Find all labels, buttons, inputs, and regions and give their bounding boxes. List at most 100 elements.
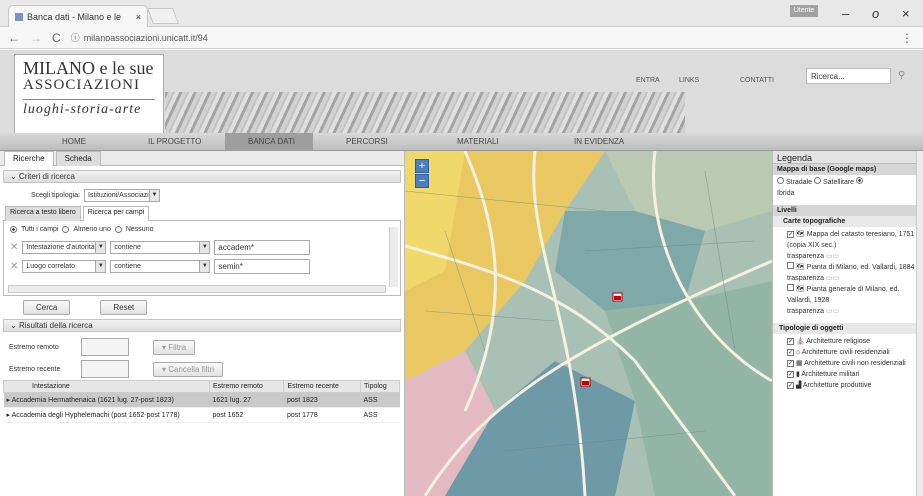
remove-row-icon[interactable]: ✕ xyxy=(10,242,18,253)
link-entra[interactable]: ENTRA xyxy=(636,77,660,84)
zoom-out-button[interactable]: − xyxy=(415,174,429,188)
reload-icon[interactable]: C xyxy=(52,31,61,45)
base-map-title: Mappa di base (Google maps) xyxy=(773,164,923,175)
col-intestazione[interactable]: Intestazione xyxy=(3,380,210,393)
radio-ibrida[interactable] xyxy=(856,177,864,184)
new-tab-button[interactable] xyxy=(147,8,179,24)
operator-select-value: contiene xyxy=(114,263,141,270)
church-icon: ⛪ xyxy=(795,338,805,345)
estremo-remoto-input[interactable] xyxy=(81,338,129,356)
nav-banca-dati[interactable]: BANCA DATI xyxy=(248,137,295,146)
table-row[interactable]: ▸ Accademia Hermathenaica (1621 lug. 27-… xyxy=(3,392,400,408)
transparency-control-icon[interactable]: ▭▭ xyxy=(826,308,839,315)
col-recente[interactable]: Estremo recente xyxy=(283,380,362,393)
value-input[interactable]: accadem* xyxy=(214,240,311,255)
building-icon: ▦ xyxy=(795,360,803,367)
transparency-label: trasparenza xyxy=(787,275,824,282)
address-bar: ← → C ⓘ milanoassociazioni.unicatt.it/94 … xyxy=(0,27,923,49)
close-window-icon[interactable]: × xyxy=(902,6,910,21)
forward-icon[interactable]: → xyxy=(30,31,42,45)
tipologia-label: Architetture civili non residenziali xyxy=(804,360,906,367)
nav-progetto[interactable]: IL PROGETTO xyxy=(148,137,201,146)
tab-scheda[interactable]: Scheda xyxy=(55,151,101,166)
back-icon[interactable]: ← xyxy=(8,31,20,45)
legend-scrollbar[interactable] xyxy=(916,151,923,496)
tipologia-label: Architetture civili residenziali xyxy=(801,349,890,356)
nav-home[interactable]: HOME xyxy=(62,137,86,146)
link-contatti[interactable]: CONTATTI xyxy=(740,77,774,84)
cerca-button[interactable]: Cerca xyxy=(23,300,71,315)
profile-badge[interactable]: Utente xyxy=(790,5,818,17)
nav-percorsi[interactable]: PERCORSI xyxy=(346,137,388,146)
map-view[interactable]: + − xyxy=(405,151,772,496)
logo-line3: luoghi-storia-arte xyxy=(23,99,155,118)
cancella-filtri-button[interactable]: ▾ Cancella filtri xyxy=(153,361,224,377)
tab-testo-libero[interactable]: Ricerca a testo libero xyxy=(5,206,81,221)
logo-line1: MILANO e le sue xyxy=(23,58,154,78)
maximize-icon[interactable]: o xyxy=(872,6,879,21)
remove-row-icon[interactable]: ✕ xyxy=(10,261,18,272)
estremo-remoto-label: Estremo remoto xyxy=(9,343,59,351)
transparency-control-icon[interactable]: ▭▭ xyxy=(826,253,839,260)
results-header[interactable]: ⌄ Risultati della ricerca xyxy=(3,319,401,332)
zoom-in-button[interactable]: + xyxy=(415,159,429,173)
col-remoto[interactable]: Estremo remoto xyxy=(208,380,285,393)
radio-satellitare[interactable] xyxy=(813,177,821,184)
cell-tipologia: ASS xyxy=(360,392,400,408)
site-search-input[interactable]: Ricerca... xyxy=(806,68,891,84)
minimize-icon[interactable]: – xyxy=(842,6,849,21)
tipologia-checkbox[interactable]: ✓ xyxy=(787,349,794,356)
site-logo[interactable]: MILANO e le sue ASSOCIAZIONI luoghi-stor… xyxy=(14,54,164,138)
layer-checkbox[interactable] xyxy=(787,284,794,291)
browser-menu-icon[interactable]: ⋮ xyxy=(901,31,913,45)
tab-per-campi[interactable]: Ricerca per campi xyxy=(82,206,150,221)
tipologia-label: Architetture militari xyxy=(801,371,860,378)
results-table: Intestazione Estremo remoto Estremo rece… xyxy=(3,380,400,423)
radio-almeno[interactable] xyxy=(62,226,70,233)
tipologia-checkbox[interactable]: ✓ xyxy=(787,382,794,389)
field-select[interactable]: Intestazione d'autorità ▼ xyxy=(22,241,107,254)
layer-checkbox[interactable] xyxy=(787,262,794,269)
col-tipologia[interactable]: Tipolog xyxy=(360,380,400,393)
filtra-button[interactable]: ▾ Filtra xyxy=(153,339,196,355)
horizontal-scrollbar[interactable] xyxy=(8,285,386,293)
tipologia-checkbox[interactable]: ✓ xyxy=(787,371,794,378)
search-panel: Ricerche Scheda ⌄ Criteri di ricerca Sce… xyxy=(0,151,405,496)
tab-ricerche[interactable]: Ricerche xyxy=(4,151,54,166)
label-nessuno: Nessuno xyxy=(125,226,154,233)
radio-stradale[interactable] xyxy=(777,177,784,184)
operator-select[interactable]: contiene ▼ xyxy=(110,241,211,254)
tipologia-select[interactable]: Istituzioni/Associazioni ▼ xyxy=(84,189,161,202)
expand-row-icon[interactable]: ▸ xyxy=(7,412,11,419)
url-field[interactable]: ⓘ milanoassociazioni.unicatt.it/94 xyxy=(71,31,208,44)
legend-panel: Legenda Mappa di base (Google maps) Stra… xyxy=(772,151,923,496)
transparency-control-icon[interactable]: ▭▭ xyxy=(826,275,839,282)
field-select[interactable]: Luogo correlato ▼ xyxy=(22,260,107,273)
criteria-header[interactable]: ⌄ Criteri di ricerca xyxy=(3,170,401,183)
search-icon[interactable]: ⚲ xyxy=(898,70,905,81)
carte-title: Carte topografiche xyxy=(773,216,923,227)
estremo-recente-input[interactable] xyxy=(81,360,129,378)
panel-tabs: Ricerche Scheda xyxy=(0,151,404,166)
browser-tab[interactable]: Banca dati - Milano e le × xyxy=(8,5,148,27)
page-favicon-icon xyxy=(15,12,23,21)
link-links[interactable]: LINKS xyxy=(679,77,699,84)
reset-button[interactable]: Reset xyxy=(100,300,148,315)
table-row[interactable]: ▸ Accademia degli Hyphelemachi (post 165… xyxy=(3,407,400,423)
nav-in-evidenza[interactable]: IN EVIDENZA xyxy=(574,137,624,146)
vertical-scrollbar[interactable] xyxy=(389,227,398,287)
main-nav: HOME IL PROGETTO BANCA DATI PERCORSI MAT… xyxy=(0,133,923,151)
radio-tutti[interactable] xyxy=(10,226,17,233)
close-tab-icon[interactable]: × xyxy=(136,12,141,22)
layer-checkbox[interactable]: ✓ xyxy=(787,231,794,238)
value-input[interactable]: semin* xyxy=(214,259,311,274)
chevron-down-icon: ▼ xyxy=(95,261,106,272)
tipologia-checkbox[interactable]: ✓ xyxy=(787,360,794,367)
operator-select[interactable]: contiene ▼ xyxy=(110,260,211,273)
label-tutti: Tutti i campi xyxy=(21,226,59,233)
radio-nessuno[interactable] xyxy=(114,226,122,233)
tipologia-checkbox[interactable]: ✓ xyxy=(787,338,794,345)
tipologia-label: Architetture religiose xyxy=(806,338,871,345)
expand-row-icon[interactable]: ▸ xyxy=(7,397,11,404)
nav-materiali[interactable]: MATERIALI xyxy=(457,137,499,146)
